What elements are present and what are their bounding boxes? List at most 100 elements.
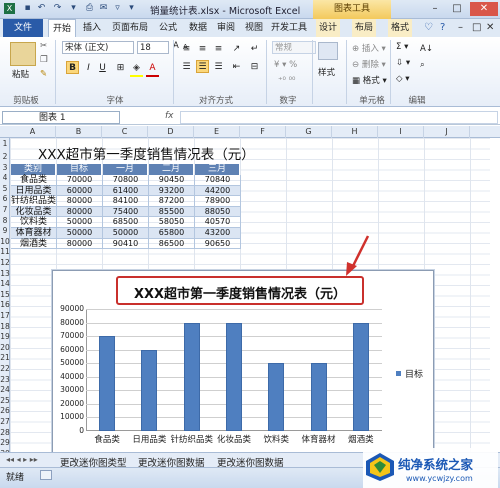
table-cell[interactable]: 70000 [57,175,103,186]
row-header[interactable]: 17 [0,311,10,320]
styles-button[interactable]: 样式 [318,66,335,78]
row-header[interactable]: 9 [0,226,10,235]
table-cell[interactable]: 80000 [57,238,103,250]
table-cell[interactable]: 86500 [149,238,195,250]
align-right-icon[interactable]: ☰ [212,60,225,73]
font-size-select[interactable]: 18 [137,41,169,54]
table-cell[interactable]: 90410 [103,238,149,250]
tab-format[interactable]: 格式 [388,19,412,37]
paste-button[interactable]: 粘贴 [12,68,29,80]
table-cell[interactable]: 化妆品类 [11,206,57,218]
autosum-icon[interactable]: Σ ▾ [396,42,408,52]
table-cell[interactable]: 90450 [149,175,195,186]
table-cell[interactable]: 食品类 [11,175,57,186]
find-select-icon[interactable]: ⌕ [420,60,425,70]
close-button[interactable]: ✕ [470,2,498,16]
table-cell[interactable]: 87200 [149,196,195,207]
column-header[interactable]: F [240,126,286,138]
align-bottom-icon[interactable]: ≡ [212,42,225,55]
table-cell[interactable]: 75400 [103,206,149,218]
orientation-icon[interactable]: ↗ [230,42,243,55]
table-cell[interactable]: 70840 [195,175,241,186]
table-cell[interactable]: 烟酒类 [11,238,57,250]
format-painter-icon[interactable]: ✎ [40,69,47,79]
ribbon-help-icon[interactable]: ? [440,22,445,33]
row-header[interactable]: 19 [0,332,10,341]
bar[interactable] [141,349,158,431]
column-header[interactable]: H [332,126,378,138]
column-header[interactable]: G [286,126,332,138]
table-cell[interactable]: 44200 [195,185,241,197]
column-header[interactable]: C [102,126,148,138]
tab-layout[interactable]: 布局 [352,19,376,37]
bar[interactable] [310,363,327,431]
undo-icon[interactable]: ↶ [36,3,47,14]
bar[interactable] [352,322,369,431]
wrap-text-icon[interactable]: ↵ [248,42,261,55]
table-cell[interactable]: 65800 [149,228,195,239]
macro-record-icon[interactable] [40,470,52,480]
fill-color-icon[interactable]: ◈ [130,61,143,74]
table-cell[interactable]: 50000 [57,217,103,228]
font-color-icon[interactable]: A [146,61,159,74]
delete-cells-button[interactable]: ⊖ 删除 ▾ [352,58,386,70]
table-cell[interactable]: 饮料类 [11,217,57,228]
align-top-icon[interactable]: ≡ [180,42,193,55]
table-cell[interactable]: 78900 [195,196,241,207]
merge-center-icon[interactable]: ⊟ [248,60,261,73]
table-cell[interactable]: 50000 [57,228,103,239]
table-header-cell[interactable]: 二月 [149,164,194,175]
row-header[interactable]: 3 [0,163,10,172]
customize-qat-icon[interactable]: ▾ [126,3,137,14]
bar[interactable] [183,322,200,431]
table-cell[interactable]: 40570 [195,217,241,228]
table-cell[interactable]: 70800 [103,175,149,186]
table-header-cell[interactable]: 目标 [57,164,102,175]
row-header[interactable]: 6 [0,194,10,203]
ribbon-minimize-icon[interactable]: – [458,22,463,33]
redo-icon[interactable]: ↷ [52,3,63,14]
row-header[interactable]: 14 [0,279,10,288]
row-header[interactable]: 13 [0,269,10,278]
table-cell[interactable]: 体育器材 [11,228,57,239]
format-cells-button[interactable]: ▦ 格式 ▾ [352,74,387,86]
tab-review[interactable]: 审阅 [214,19,238,37]
row-header[interactable]: 2 [0,152,10,161]
tab-design[interactable]: 设计 [316,19,340,37]
table-cell[interactable]: 93200 [149,185,195,197]
column-header[interactable]: J [424,126,470,138]
border-icon[interactable]: ⊞ [114,61,127,74]
bar[interactable] [99,336,116,431]
insert-function-icon[interactable]: fx [165,111,174,121]
decimal-icon[interactable]: ⁺⁰ ⁰⁰ [278,76,295,86]
minimize-button[interactable]: – [424,2,446,16]
row-header[interactable]: 20 [0,343,10,352]
column-header[interactable]: D [148,126,194,138]
tab-insert[interactable]: 插入 [80,19,104,37]
row-header[interactable]: 8 [0,216,10,225]
cut-icon[interactable]: ✂ [40,41,47,51]
table-cell[interactable]: 60000 [57,185,103,197]
row-header[interactable]: 21 [0,353,10,362]
number-format-select[interactable]: 常规 [272,41,316,54]
column-header[interactable]: A [10,126,56,138]
table-cell[interactable]: 90650 [195,238,241,250]
ribbon-close-icon[interactable]: ✕ [486,22,494,33]
row-header[interactable]: 4 [0,173,10,182]
tab-data[interactable]: 数据 [186,19,210,37]
row-header[interactable]: 23 [0,375,10,384]
row-header[interactable]: 24 [0,385,10,394]
row-header[interactable]: 22 [0,364,10,373]
align-center-icon[interactable]: ☰ [196,60,209,73]
tab-page-layout[interactable]: 页面布局 [108,19,152,37]
row-header[interactable]: 15 [0,290,10,299]
insert-cells-button[interactable]: ⊕ 插入 ▾ [352,42,386,54]
row-header[interactable]: 28 [0,428,10,437]
row-header[interactable]: 25 [0,396,10,405]
legend-entry[interactable]: 目标 [405,367,423,380]
chart-title[interactable]: XXX超市第一季度销售情况表（元） [120,283,360,302]
help-icon[interactable]: ♡ [424,22,433,33]
row-header[interactable]: 11 [0,247,10,256]
bar[interactable] [268,363,285,431]
row-header[interactable]: 18 [0,322,10,331]
